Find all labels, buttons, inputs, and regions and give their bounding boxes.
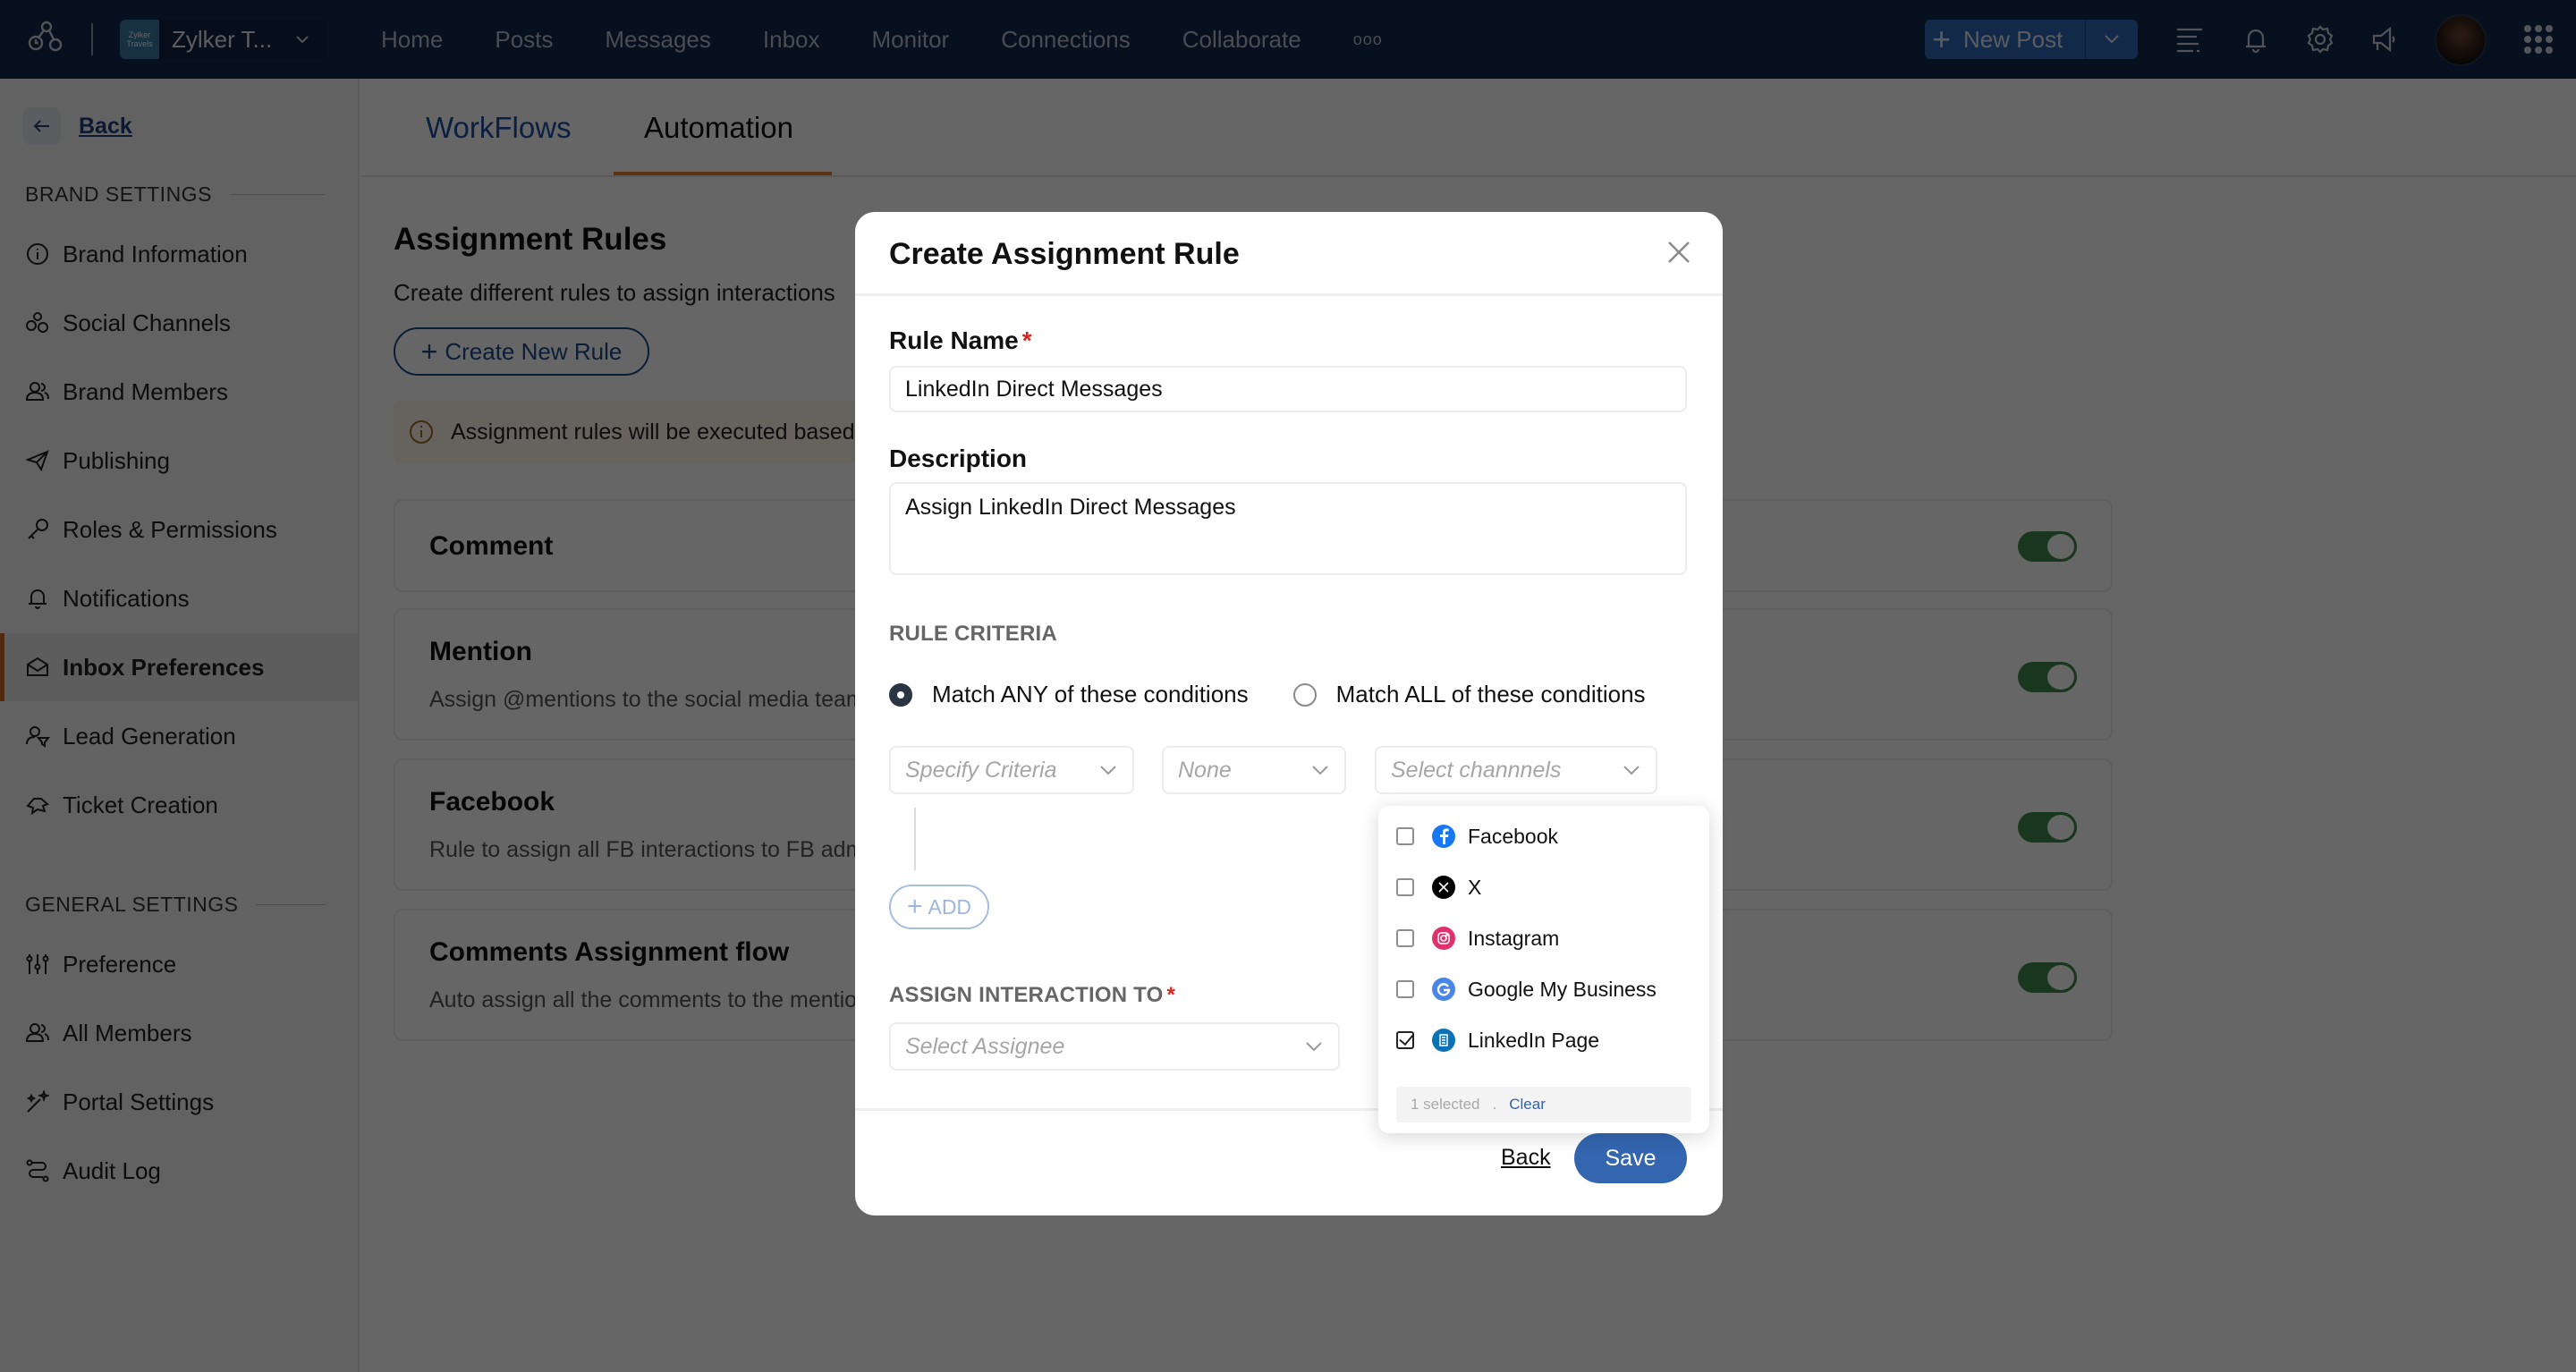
rule-name-input[interactable]: LinkedIn Direct Messages (889, 366, 1687, 412)
label-text: Rule Name (889, 326, 1019, 354)
match-all-radio[interactable] (1292, 682, 1317, 707)
description-value: Assign LinkedIn Direct Messages (905, 495, 1236, 520)
select-placeholder: Specify Criteria (905, 757, 1057, 783)
modal-header: Create Assignment Rule (855, 212, 1723, 296)
chevron-down-icon (1312, 766, 1328, 775)
instagram-icon (1432, 927, 1455, 950)
channel-label: Facebook (1468, 824, 1559, 848)
specify-criteria-select[interactable]: Specify Criteria (889, 746, 1134, 794)
save-button[interactable]: Save (1574, 1133, 1687, 1183)
dropdown-footer: 1 selected . Clear (1396, 1087, 1691, 1122)
rule-name-value: LinkedIn Direct Messages (905, 376, 1163, 402)
add-label: ADD (928, 894, 972, 919)
linkedin-page-icon (1432, 1029, 1455, 1052)
match-all-label[interactable]: Match ALL of these conditions (1336, 681, 1646, 708)
channel-label: Instagram (1468, 926, 1560, 950)
description-label: Description (889, 445, 1028, 472)
selected-count: 1 selected (1411, 1096, 1480, 1113)
channel-label: Google My Business (1468, 977, 1657, 1001)
assign-interaction-label: ASSIGN INTERACTION TO * (889, 983, 1175, 1008)
channel-option-x[interactable]: X (1378, 862, 1709, 912)
checkbox[interactable] (1396, 827, 1414, 845)
channels-dropdown-menu: Facebook X Instagram Google My Business … (1378, 806, 1709, 1133)
channel-option-linkedin-page[interactable]: LinkedIn Page (1378, 1015, 1709, 1065)
checkbox-checked[interactable] (1396, 1031, 1414, 1049)
channel-label: LinkedIn Page (1468, 1028, 1600, 1052)
match-type-radio-group: Match ANY of these conditions Match ALL … (889, 681, 1646, 708)
match-any-label[interactable]: Match ANY of these conditions (932, 681, 1249, 708)
add-criteria-button[interactable]: + ADD (889, 885, 989, 929)
clear-selection-link[interactable]: Clear (1509, 1096, 1546, 1114)
checkbox[interactable] (1396, 929, 1414, 947)
google-icon (1432, 978, 1455, 1001)
plus-icon: + (906, 892, 923, 921)
required-asterisk: * (1166, 983, 1175, 1007)
channel-label: X (1468, 875, 1482, 899)
assignee-select[interactable]: Select Assignee (889, 1022, 1340, 1071)
description-textarea[interactable]: Assign LinkedIn Direct Messages (889, 482, 1687, 575)
criteria-connector-line (914, 808, 916, 870)
rule-criteria-label: RULE CRITERIA (889, 622, 1057, 646)
select-placeholder: Select Assignee (905, 1033, 1065, 1059)
checkbox[interactable] (1396, 980, 1414, 998)
select-placeholder: Select channnels (1391, 757, 1562, 783)
match-any-radio[interactable] (889, 682, 912, 707)
chevron-down-icon (1100, 766, 1116, 775)
chevron-down-icon (1623, 766, 1640, 775)
chevron-down-icon (1306, 1042, 1322, 1052)
x-icon (1432, 876, 1455, 899)
select-placeholder: None (1178, 757, 1232, 783)
rule-name-label: Rule Name * (889, 326, 1032, 355)
channel-option-facebook[interactable]: Facebook (1378, 811, 1709, 861)
modal-title: Create Assignment Rule (889, 237, 1240, 271)
operator-select[interactable]: None (1162, 746, 1346, 794)
back-button[interactable]: Back (1501, 1145, 1551, 1171)
channel-option-instagram[interactable]: Instagram (1378, 913, 1709, 963)
channels-select[interactable]: Select channnels (1375, 746, 1657, 794)
label-text: ASSIGN INTERACTION TO (889, 983, 1164, 1007)
required-asterisk: * (1021, 326, 1032, 354)
facebook-icon (1432, 825, 1455, 848)
checkbox[interactable] (1396, 878, 1414, 896)
close-icon[interactable] (1665, 239, 1692, 266)
separator: . (1492, 1096, 1497, 1113)
channel-option-google-my-business[interactable]: Google My Business (1378, 964, 1709, 1014)
